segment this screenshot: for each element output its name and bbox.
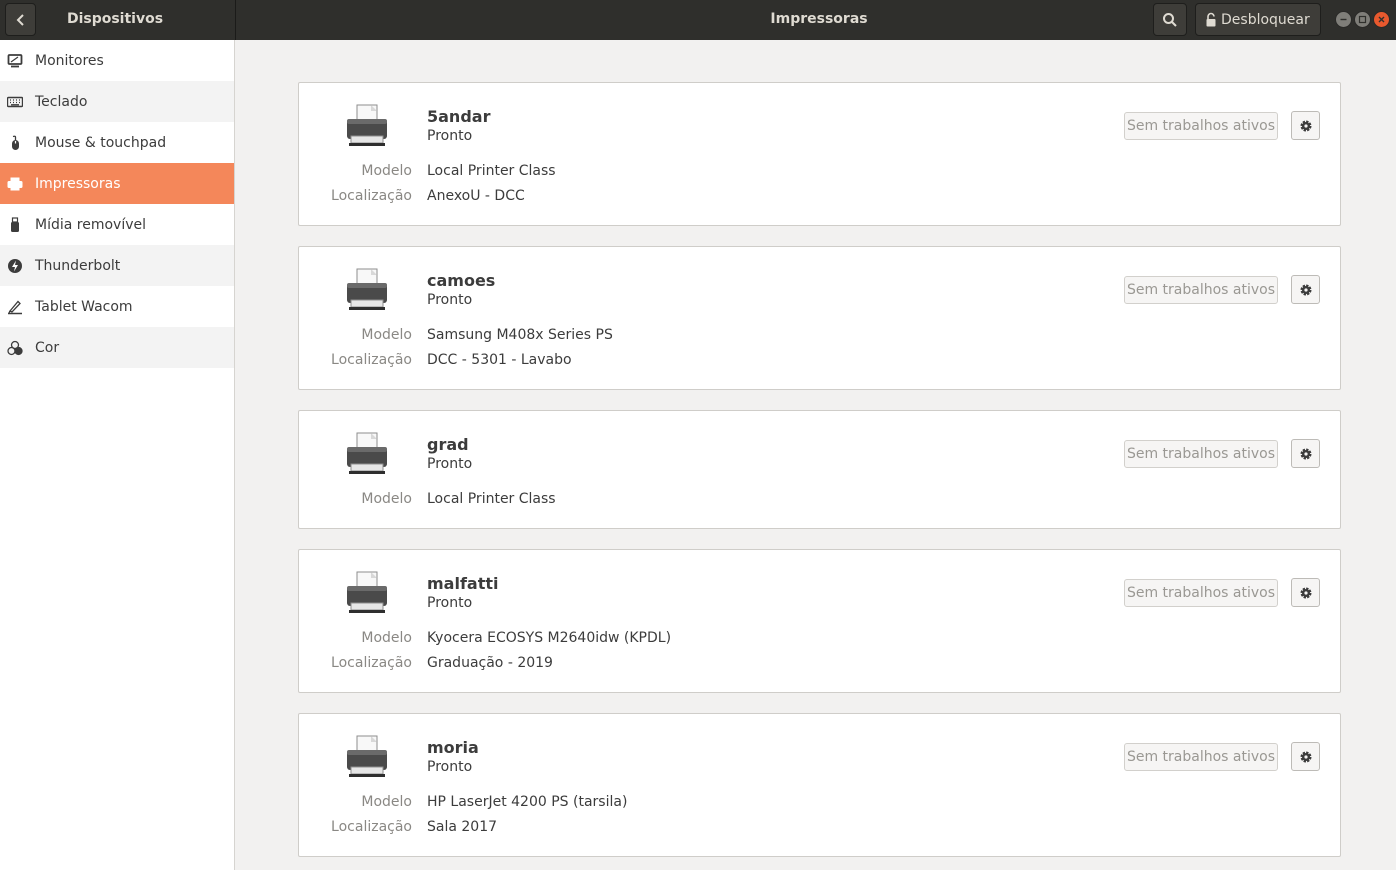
sidebar-item-label: Mouse & touchpad xyxy=(35,134,167,151)
sidebar-item-tablet-wacom[interactable]: Tablet Wacom xyxy=(0,286,234,327)
sidebar-title: Dispositivos xyxy=(66,11,164,27)
location-value: AnexoU - DCC xyxy=(427,188,525,204)
color-icon xyxy=(7,340,23,356)
sidebar-item-impressoras[interactable]: Impressoras xyxy=(0,163,234,204)
model-label: Modelo xyxy=(361,163,412,179)
printer-card: malfatti Pronto Modelo Kyocera ECOSYS M2… xyxy=(298,549,1341,693)
sidebar-item-label: Impressoras xyxy=(35,175,121,192)
model-label: Modelo xyxy=(361,327,412,343)
sidebar-item-thunderbolt[interactable]: Thunderbolt xyxy=(0,245,234,286)
usb-icon xyxy=(7,216,23,233)
printer-status: Pronto xyxy=(427,595,473,611)
gear-icon xyxy=(1300,751,1311,762)
maximize-icon xyxy=(1358,15,1367,24)
model-value: Samsung M408x Series PS xyxy=(427,327,613,343)
sidebar-item-label: Tablet Wacom xyxy=(35,298,133,315)
gear-icon xyxy=(1300,448,1311,459)
printer-settings-button[interactable] xyxy=(1291,742,1320,771)
search-icon xyxy=(1163,12,1177,27)
model-label: Modelo xyxy=(361,630,412,646)
printer-name: grad xyxy=(427,435,469,454)
printer-icon xyxy=(347,104,387,146)
sidebar-item-label: Cor xyxy=(35,339,60,356)
location-label: Localização xyxy=(331,819,412,835)
printer-card: 5andar Pronto Modelo Local Printer Class… xyxy=(298,82,1341,226)
unlock-button[interactable]: Desbloquear xyxy=(1195,3,1321,36)
printer-icon xyxy=(347,735,387,777)
printer-name: malfatti xyxy=(427,574,499,593)
minimize-button[interactable] xyxy=(1335,11,1352,28)
sidebar-item-teclado[interactable]: Teclado xyxy=(0,81,234,122)
gear-icon xyxy=(1300,587,1311,598)
close-button[interactable] xyxy=(1373,11,1390,28)
sidebar-item-label: Thunderbolt xyxy=(35,257,121,274)
window-controls xyxy=(1335,11,1390,28)
printer-status: Pronto xyxy=(427,759,473,775)
printer-settings-button[interactable] xyxy=(1291,275,1320,304)
tablet-icon xyxy=(7,299,23,315)
model-value: HP LaserJet 4200 PS (tarsila) xyxy=(427,794,628,810)
jobs-button[interactable]: Sem trabalhos ativos xyxy=(1124,579,1278,607)
sidebar-item-label: Mídia removível xyxy=(35,216,147,233)
model-value: Local Printer Class xyxy=(427,163,556,179)
printer-icon xyxy=(347,571,387,613)
printer-settings-button[interactable] xyxy=(1291,111,1320,140)
sidebar-item-label: Teclado xyxy=(35,93,88,110)
printer-icon xyxy=(7,176,23,192)
sidebar: Monitores Teclado Mouse & touchpad Impre… xyxy=(0,40,235,870)
jobs-button[interactable]: Sem trabalhos ativos xyxy=(1124,276,1278,304)
keyboard-icon xyxy=(7,94,23,110)
printer-status: Pronto xyxy=(427,128,473,144)
location-value: Graduação - 2019 xyxy=(427,655,553,671)
printer-name: 5andar xyxy=(427,107,491,126)
printer-card: grad Pronto Modelo Local Printer Class S… xyxy=(298,410,1341,529)
location-label: Localização xyxy=(331,352,412,368)
printer-name: camoes xyxy=(427,271,496,290)
location-label: Localização xyxy=(331,655,412,671)
mouse-icon xyxy=(7,135,23,151)
jobs-button[interactable]: Sem trabalhos ativos xyxy=(1124,112,1278,140)
lock-icon xyxy=(1206,12,1216,26)
sidebar-item-label: Monitores xyxy=(35,52,104,69)
close-icon xyxy=(1378,16,1385,23)
printer-icon xyxy=(347,432,387,474)
sidebar-item-mouse[interactable]: Mouse & touchpad xyxy=(0,122,234,163)
search-button[interactable] xyxy=(1153,3,1187,36)
jobs-button[interactable]: Sem trabalhos ativos xyxy=(1124,743,1278,771)
maximize-button[interactable] xyxy=(1354,11,1371,28)
location-value: DCC - 5301 - Lavabo xyxy=(427,352,572,368)
printers-panel: 5andar Pronto Modelo Local Printer Class… xyxy=(236,40,1396,870)
sidebar-item-cor[interactable]: Cor xyxy=(0,327,234,368)
printer-settings-button[interactable] xyxy=(1291,439,1320,468)
thunderbolt-icon xyxy=(7,258,23,274)
printer-status: Pronto xyxy=(427,292,473,308)
sidebar-item-midia-removivel[interactable]: Mídia removível xyxy=(0,204,234,245)
location-value: Sala 2017 xyxy=(427,819,498,835)
unlock-button-label: Desbloquear xyxy=(1221,11,1310,28)
printer-icon xyxy=(347,268,387,310)
printer-status: Pronto xyxy=(427,456,473,472)
gear-icon xyxy=(1300,120,1311,131)
model-label: Modelo xyxy=(361,491,412,507)
sidebar-item-monitores[interactable]: Monitores xyxy=(0,40,234,81)
model-label: Modelo xyxy=(361,794,412,810)
jobs-button[interactable]: Sem trabalhos ativos xyxy=(1124,440,1278,468)
monitor-icon xyxy=(7,53,23,69)
printer-card: moria Pronto Modelo HP LaserJet 4200 PS … xyxy=(298,713,1341,857)
printer-settings-button[interactable] xyxy=(1291,578,1320,607)
location-label: Localização xyxy=(331,188,412,204)
model-value: Local Printer Class xyxy=(427,491,556,507)
printer-name: moria xyxy=(427,738,479,757)
minimize-icon xyxy=(1340,18,1347,21)
gear-icon xyxy=(1300,284,1311,295)
printer-card: camoes Pronto Modelo Samsung M408x Serie… xyxy=(298,246,1341,390)
model-value: Kyocera ECOSYS M2640idw (KPDL) xyxy=(427,630,672,646)
header-bar: Dispositivos Impressoras Desbloquear xyxy=(0,0,1396,40)
